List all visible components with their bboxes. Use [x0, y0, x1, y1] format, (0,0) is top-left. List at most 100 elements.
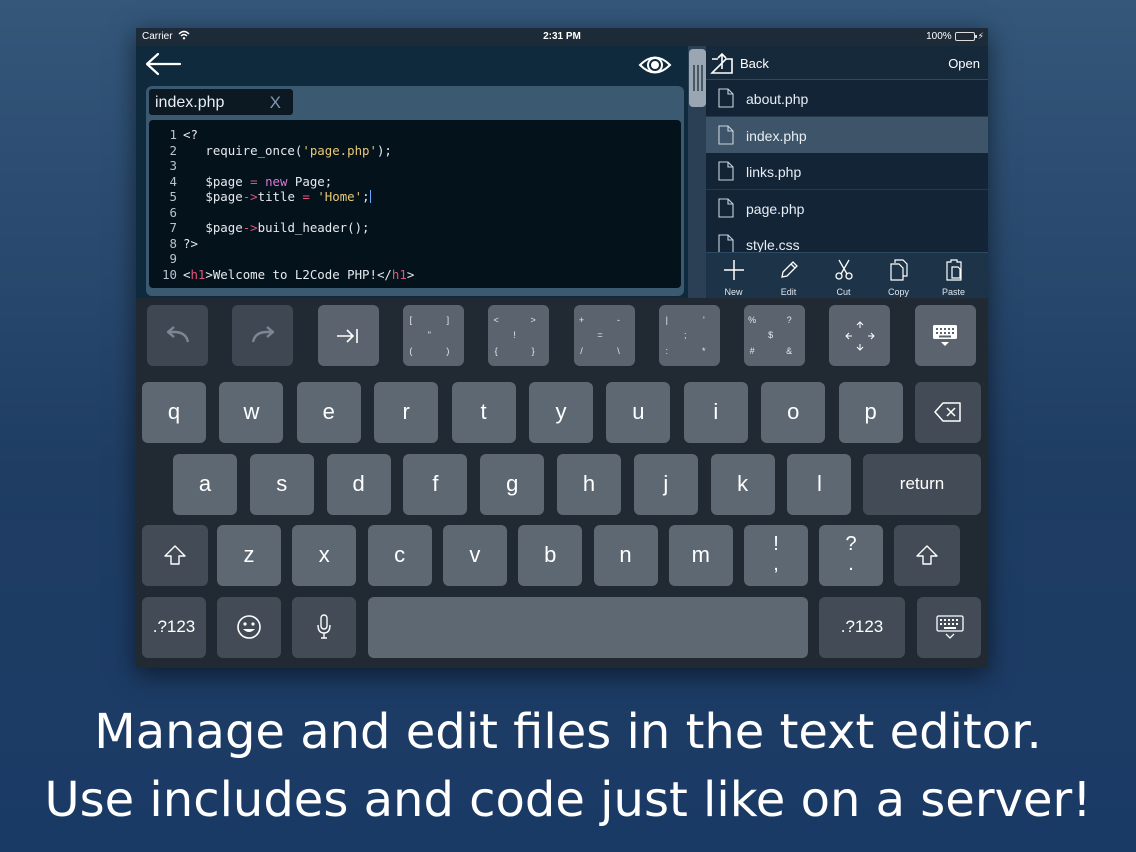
key-r[interactable]: r [374, 382, 439, 443]
file-browser-pane: Back Open about.php index.php links.php pag… [706, 46, 988, 298]
tool-label: Paste [941, 287, 965, 297]
dismiss-keyboard-key[interactable] [917, 597, 981, 658]
tab-key[interactable] [317, 305, 379, 366]
tool-new-button[interactable]: New [706, 255, 761, 297]
tool-paste-button[interactable]: Paste [926, 255, 981, 297]
back-arrow-icon[interactable] [144, 52, 182, 76]
key-l[interactable]: l [787, 454, 852, 515]
key-h[interactable]: h [557, 454, 621, 515]
arrows-key[interactable] [829, 305, 891, 366]
special-key[interactable]: %? $ # & [744, 305, 806, 366]
file-item[interactable]: page.php [706, 189, 988, 227]
key-label: j [663, 471, 669, 496]
shift-key-right[interactable] [894, 525, 960, 586]
punct-key[interactable]: | ';: * [658, 305, 720, 366]
tool-edit-button[interactable]: Edit [761, 255, 816, 297]
code-token: ?> [183, 235, 198, 251]
key-y[interactable]: y [529, 382, 593, 443]
emoji-key[interactable] [217, 597, 281, 658]
key-s[interactable]: s [249, 454, 314, 515]
line-number: 5 [169, 189, 177, 204]
key-o[interactable]: o [761, 382, 826, 443]
back-button[interactable]: Back [740, 56, 769, 71]
math-key[interactable]: + - = / \ [573, 305, 635, 366]
key-w[interactable]: w [219, 382, 284, 443]
undo-key[interactable] [147, 305, 208, 366]
dictation-key[interactable] [292, 597, 356, 658]
key-punct-1[interactable]: ?. [819, 525, 883, 586]
key-punct-0[interactable]: !, [744, 525, 808, 586]
code-text: $page = new Page; [183, 174, 332, 189]
code-line: 3 [149, 158, 681, 174]
key-t[interactable]: t [451, 382, 516, 443]
key-a[interactable]: a [173, 454, 237, 515]
key-symbol: } [531, 346, 535, 356]
code-token: h1 [190, 266, 206, 282]
key-u[interactable]: u [606, 382, 671, 443]
file-item[interactable]: about.php [706, 80, 988, 117]
folder-up-icon[interactable] [710, 51, 734, 75]
key-x[interactable]: x [292, 525, 357, 586]
code-line: 5 $page->title = 'Home'; [149, 189, 681, 205]
key-bottom-char: . [848, 553, 854, 575]
key-c[interactable]: c [367, 525, 432, 586]
key-p[interactable]: p [838, 382, 903, 443]
eye-icon[interactable] [638, 52, 672, 78]
key-n[interactable]: n [593, 525, 658, 586]
backspace-key[interactable] [915, 382, 981, 443]
key-label: i [713, 399, 719, 424]
code-token: = [250, 173, 258, 189]
tab-close-button[interactable]: X [270, 93, 281, 113]
undo-icon [147, 305, 208, 366]
key-k[interactable]: k [710, 454, 775, 515]
key-z[interactable]: z [217, 525, 281, 586]
code-editor[interactable]: 1 <? 2 require_once('page.php'); 3 4 $page =… [149, 120, 681, 288]
angle-key[interactable]: < >! {} [488, 305, 550, 366]
tool-copy-button[interactable]: Copy [871, 255, 926, 297]
paste-icon [926, 259, 981, 281]
brackets-key[interactable]: [] " () [402, 305, 464, 366]
tool-label: Cut [836, 287, 851, 297]
file-item[interactable]: index.php [706, 116, 988, 154]
key-v[interactable]: v [442, 525, 507, 586]
redo-key[interactable] [232, 305, 294, 366]
microphone-icon [316, 614, 332, 645]
tab-index-php[interactable]: index.php X [149, 89, 293, 115]
key-label: g [506, 471, 519, 496]
key-label: b [544, 542, 557, 567]
key-symbol: { [494, 346, 498, 356]
open-button[interactable]: Open [948, 56, 980, 71]
numbers-key-left[interactable]: .?123 [142, 597, 206, 658]
file-name: page.php [746, 200, 805, 217]
key-b[interactable]: b [518, 525, 583, 586]
scissors-icon [816, 259, 871, 281]
code-token: -> [242, 220, 258, 235]
key-e[interactable]: e [296, 382, 361, 443]
return-key[interactable]: return [863, 454, 981, 515]
key-label: l [816, 471, 822, 496]
shift-icon [916, 545, 938, 570]
emoji-icon [236, 614, 262, 645]
file-item[interactable]: links.php [706, 153, 988, 191]
key-j[interactable]: j [633, 454, 698, 515]
file-item[interactable]: style.css [706, 226, 988, 252]
space-key[interactable] [368, 597, 808, 658]
key-m[interactable]: m [668, 525, 733, 586]
key-g[interactable]: g [480, 454, 545, 515]
key-i[interactable]: i [683, 382, 748, 443]
tool-cut-button[interactable]: Cut [816, 255, 871, 297]
numbers-key-right[interactable]: .?123 [819, 597, 905, 658]
code-token: > [406, 266, 415, 282]
hide-keyboard-key[interactable] [914, 305, 976, 366]
key-q[interactable]: q [142, 382, 206, 443]
key-label: z [243, 542, 255, 567]
file-icon [718, 198, 734, 218]
split-drag-handle[interactable] [689, 49, 706, 107]
shift-key-left[interactable] [142, 525, 208, 586]
key-label: m [691, 542, 710, 567]
key-symbol: * [702, 346, 706, 356]
caption-line-1: Manage and edit files in the text editor… [94, 704, 1042, 760]
key-d[interactable]: d [326, 454, 391, 515]
file-name: about.php [746, 91, 809, 107]
key-f[interactable]: f [403, 454, 468, 515]
